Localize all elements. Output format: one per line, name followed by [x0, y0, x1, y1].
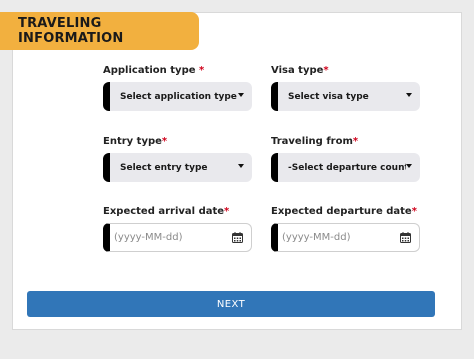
- entry-type-field: Entry type* Select entry type: [103, 136, 252, 182]
- traveling-from-value: -Select departure country: [288, 162, 406, 173]
- visa-type-label: Visa type*: [271, 65, 329, 76]
- entry-type-label: Entry type*: [103, 136, 168, 147]
- required-mark: *: [352, 136, 359, 147]
- departure-date-field: Expected departure date* (yyyy-MM-dd): [271, 206, 420, 252]
- application-type-label: Application type *: [103, 65, 205, 76]
- chevron-down-icon: [238, 92, 244, 97]
- application-type-select[interactable]: Select application type: [103, 82, 252, 111]
- calendar-icon[interactable]: [232, 232, 243, 243]
- traveling-from-select[interactable]: -Select departure country: [271, 153, 420, 182]
- required-mark: *: [323, 65, 329, 76]
- traveling-from-field: Traveling from* -Select departure countr…: [271, 136, 420, 182]
- arrival-date-input[interactable]: (yyyy-MM-dd): [103, 223, 252, 252]
- chevron-down-icon: [238, 163, 244, 168]
- required-mark: *: [199, 65, 205, 76]
- required-mark: *: [411, 206, 417, 217]
- arrival-date-field: Expected arrival date* (yyyy-MM-dd): [103, 206, 252, 252]
- required-mark: *: [161, 136, 168, 147]
- application-type-field: Application type * Select application ty…: [103, 65, 252, 111]
- section-title: TRAVELING INFORMATION: [0, 12, 199, 50]
- calendar-icon[interactable]: [400, 232, 411, 243]
- chevron-down-icon: [406, 163, 412, 168]
- departure-date-label: Expected departure date*: [271, 206, 417, 217]
- required-mark: *: [224, 206, 230, 217]
- traveling-from-label: Traveling from*: [271, 136, 359, 147]
- visa-type-select[interactable]: Select visa type: [271, 82, 420, 111]
- departure-date-input[interactable]: (yyyy-MM-dd): [271, 223, 420, 252]
- next-button[interactable]: NEXT: [27, 291, 435, 317]
- chevron-down-icon: [406, 92, 412, 97]
- visa-type-field: Visa type* Select visa type: [271, 65, 420, 111]
- departure-date-placeholder: (yyyy-MM-dd): [282, 232, 351, 243]
- arrival-date-placeholder: (yyyy-MM-dd): [114, 232, 183, 243]
- entry-type-value: Select entry type: [120, 162, 208, 173]
- visa-type-value: Select visa type: [288, 91, 369, 102]
- application-type-value: Select application type: [120, 91, 237, 102]
- arrival-date-label: Expected arrival date*: [103, 206, 230, 217]
- entry-type-select[interactable]: Select entry type: [103, 153, 252, 182]
